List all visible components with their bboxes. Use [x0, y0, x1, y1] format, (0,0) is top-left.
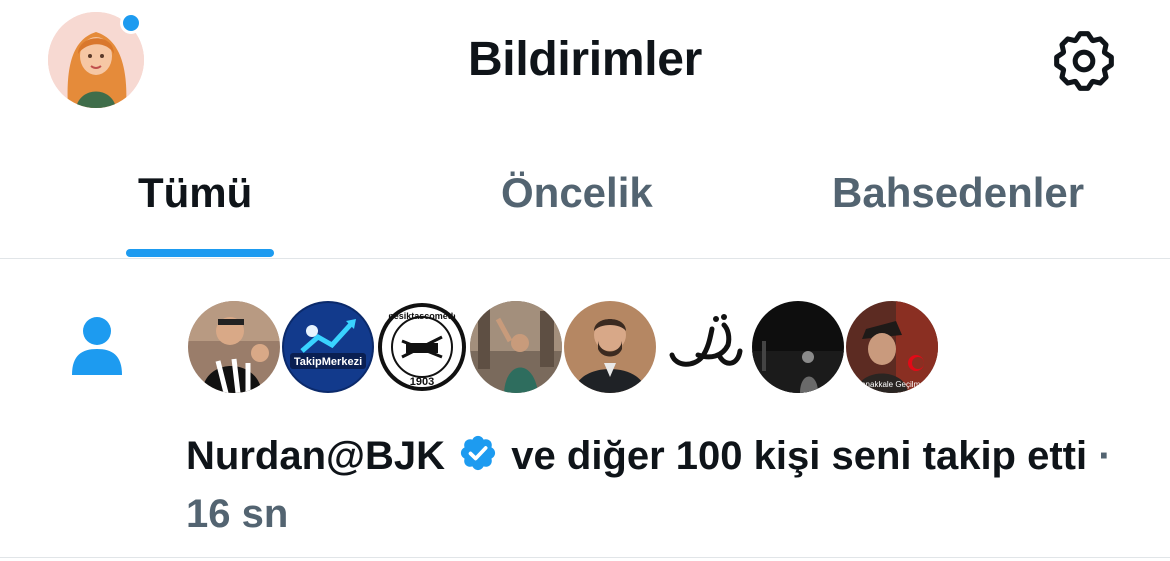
follower-avatars: TakipMerkezi besiktascomedi 1903 Çanakka… — [186, 299, 940, 395]
canakkale-caption: Çanakkale Geçilmez — [855, 380, 928, 389]
takipmerkezi-logo-text: TakipMerkezi — [294, 356, 362, 368]
tab-priority[interactable]: Öncelik — [501, 169, 653, 217]
follower-avatar[interactable]: Çanakkale Geçilmez — [844, 299, 940, 395]
person-icon — [72, 317, 122, 375]
notification-text: Nurdan@BJK ve diğer 100 kişi seni takip … — [186, 427, 1146, 543]
settings-button[interactable] — [1048, 28, 1120, 94]
besiktas-logo-year: 1903 — [410, 376, 434, 388]
verified-badge-icon — [461, 435, 496, 471]
tab-all[interactable]: Tümü — [138, 169, 252, 217]
besiktas-logo-name: besiktascomedi — [388, 311, 456, 321]
tab-mentions[interactable]: Bahsedenler — [832, 169, 1084, 217]
follower-avatar[interactable] — [656, 299, 752, 395]
notification-action: ve diğer 100 kişi seni takip etti — [511, 434, 1088, 478]
header: Bildirimler — [0, 0, 1170, 125]
gear-icon — [1054, 31, 1114, 91]
follower-avatar[interactable]: TakipMerkezi — [280, 299, 376, 395]
unread-indicator-dot — [120, 12, 142, 34]
follower-avatar[interactable]: besiktascomedi 1903 — [374, 299, 470, 395]
follower-avatar[interactable] — [468, 299, 564, 395]
tab-bar: Tümü Öncelik Bahsedenler — [0, 125, 1170, 259]
follower-avatar[interactable] — [562, 299, 658, 395]
follower-avatar[interactable] — [186, 299, 282, 395]
notification-time: 16 sn — [186, 492, 289, 536]
notification-separator: · — [1098, 434, 1112, 478]
page-title: Bildirimler — [467, 33, 703, 86]
notification-item[interactable]: TakipMerkezi besiktascomedi 1903 Çanakka… — [0, 259, 1170, 558]
active-tab-indicator — [126, 249, 274, 257]
follower-avatar[interactable] — [750, 299, 846, 395]
notification-user-name[interactable]: Nurdan@BJK — [186, 434, 445, 478]
